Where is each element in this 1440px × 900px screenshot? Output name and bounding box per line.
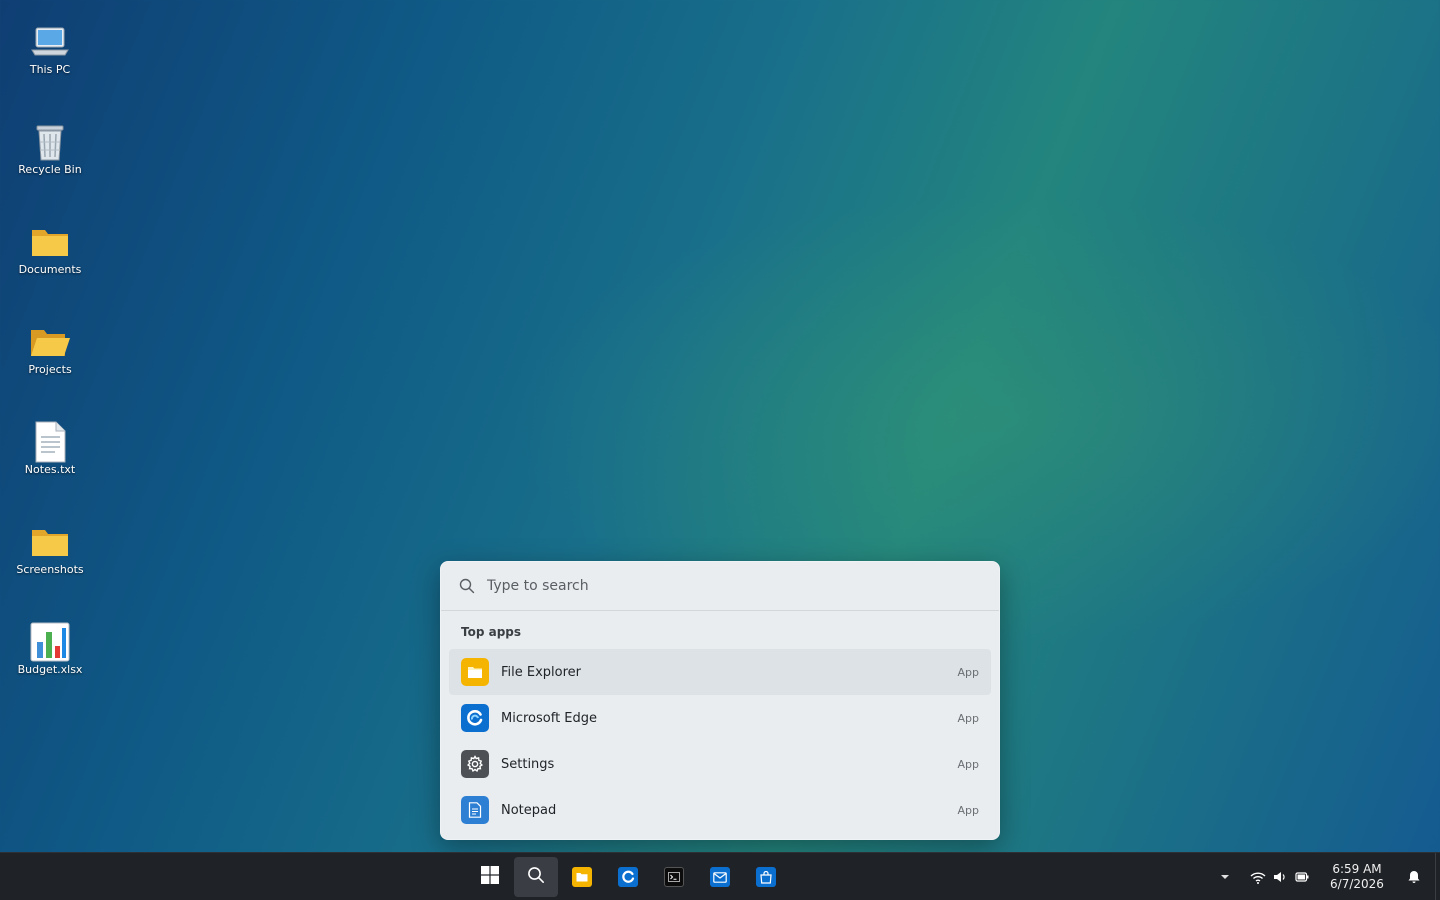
desktop-icon-budget[interactable]: Budget.xlsx (10, 606, 90, 686)
taskbar-edge-button[interactable] (606, 857, 650, 897)
search-icon (527, 866, 545, 888)
taskbar: 6:59 AM 6/7/2026 (0, 852, 1440, 900)
desktop-icon-label: This PC (29, 63, 71, 76)
volume-icon[interactable] (1272, 869, 1288, 885)
desktop-icon-label: Notes.txt (24, 463, 76, 476)
taskbar-terminal-button[interactable] (652, 857, 696, 897)
result-type: App (957, 665, 980, 679)
notification-bell-icon[interactable] (1406, 869, 1422, 885)
folder-icon (28, 220, 72, 264)
desktop-icon-notes[interactable]: Notes.txt (10, 406, 90, 486)
desktop-icon-label: Projects (28, 363, 72, 376)
taskbar-mail-button[interactable] (698, 857, 742, 897)
computer-icon (28, 20, 72, 64)
result-type: App (957, 757, 980, 771)
search-box[interactable] (441, 562, 999, 611)
desktop-icon-label: Screenshots (16, 563, 84, 576)
open-folder-icon (28, 320, 72, 364)
desktop-icon-this-pc[interactable]: This PC (10, 6, 90, 86)
desktop-icon-screenshots[interactable]: Screenshots (10, 506, 90, 586)
result-type: App (957, 711, 980, 725)
result-name: Settings (501, 756, 555, 772)
start-button[interactable] (468, 857, 512, 897)
desktop-icon-label: Documents (18, 263, 82, 276)
taskbar-file-explorer-button[interactable] (560, 857, 604, 897)
result-notepad[interactable]: Notepad App (449, 787, 991, 833)
result-name: Notepad (501, 802, 557, 818)
spreadsheet-icon (28, 620, 72, 664)
desktop-icon-recycle-bin[interactable]: Recycle Bin (10, 106, 90, 186)
result-type: App (957, 803, 980, 817)
result-microsoft-edge[interactable]: Microsoft Edge App (449, 695, 991, 741)
recycle-bin-icon (28, 120, 72, 164)
desktop-icon-documents[interactable]: Documents (10, 206, 90, 286)
chevron-up-icon[interactable] (1217, 869, 1233, 885)
result-settings[interactable]: Settings App (449, 741, 991, 787)
taskbar-clock[interactable]: 6:59 AM 6/7/2026 (1322, 862, 1392, 892)
taskbar-store-button[interactable] (744, 857, 788, 897)
desktop-icon-label: Budget.xlsx (17, 663, 83, 676)
wifi-icon[interactable] (1250, 869, 1266, 885)
clock-date: 6/7/2026 (1330, 877, 1384, 891)
desktop-icon-label: Recycle Bin (18, 163, 82, 176)
show-desktop-button[interactable] (1435, 853, 1440, 900)
store-icon (756, 867, 776, 887)
clock-time: 6:59 AM (1332, 862, 1382, 876)
search-results-list: File Explorer App Microsoft Edge App Set… (441, 649, 999, 833)
edge-icon (618, 867, 638, 887)
file-explorer-icon (572, 867, 592, 887)
gear-icon (461, 750, 489, 778)
result-file-explorer[interactable]: File Explorer App (449, 649, 991, 695)
terminal-icon (664, 867, 684, 887)
section-title-top-apps: Top apps (461, 625, 522, 639)
search-flyout: Top apps File Explorer App Microsoft Edg… (440, 561, 1000, 840)
text-file-icon (28, 420, 72, 464)
edge-icon (461, 704, 489, 732)
search-icon (459, 578, 475, 594)
result-name: File Explorer (501, 664, 582, 680)
mail-icon (710, 867, 730, 887)
file-explorer-icon (461, 658, 489, 686)
folder-icon (28, 520, 72, 564)
search-input[interactable] (485, 577, 969, 595)
notepad-icon (461, 796, 489, 824)
taskbar-search-button[interactable] (514, 857, 558, 897)
battery-icon[interactable] (1294, 869, 1310, 885)
desktop-icon-projects[interactable]: Projects (10, 306, 90, 386)
result-name: Microsoft Edge (501, 710, 598, 726)
start-icon (480, 865, 500, 889)
